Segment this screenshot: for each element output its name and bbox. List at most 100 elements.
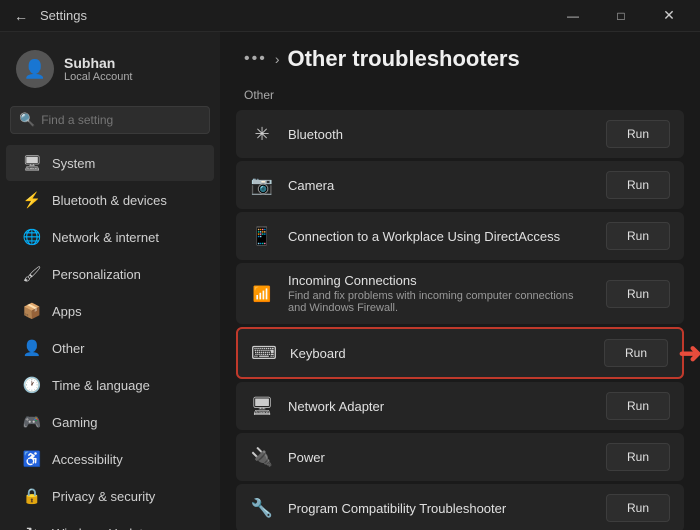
bluetooth-run-button[interactable]: Run [606, 120, 670, 148]
app-title: Settings [40, 8, 87, 23]
sidebar-item-privacy[interactable]: 🔒 Privacy & security [6, 478, 214, 514]
troubleshooter-item-power: 🔌 Power Run [236, 433, 684, 481]
item-name: Camera [288, 178, 592, 193]
troubleshooter-item-program-compat: 🔧 Program Compatibility Troubleshooter R… [236, 484, 684, 530]
sidebar-item-label: Bluetooth & devices [52, 193, 167, 208]
sidebar-item-personalization[interactable]: 🖌 Personalization [6, 256, 214, 292]
sidebar-item-label: Network & internet [52, 230, 159, 245]
breadcrumb-arrow: › [275, 51, 280, 67]
connection-item-icon: 📱 [250, 224, 274, 248]
user-info: Subhan Local Account [64, 55, 133, 83]
sidebar-item-apps[interactable]: 📦 Apps [6, 293, 214, 329]
sidebar-item-label: Personalization [52, 267, 141, 282]
accounts-icon: 👤 [22, 338, 42, 358]
app-container: 👤 Subhan Local Account 🔍 🖥 System ⚡ Blue… [0, 32, 700, 530]
sidebar-item-label: Time & language [52, 378, 150, 393]
item-name: Power [288, 450, 592, 465]
sidebar-item-time[interactable]: 🕐 Time & language [6, 367, 214, 403]
item-name: Incoming Connections [288, 273, 592, 288]
sidebar-item-label: Accessibility [52, 452, 123, 467]
item-text: Program Compatibility Troubleshooter [288, 501, 592, 516]
camera-run-button[interactable]: Run [606, 171, 670, 199]
sidebar-item-label: Gaming [52, 415, 98, 430]
accessibility-icon: ♿ [22, 449, 42, 469]
program-compat-run-button[interactable]: Run [606, 494, 670, 522]
search-box[interactable]: 🔍 [10, 106, 210, 134]
item-text: Network Adapter [288, 399, 592, 414]
search-icon: 🔍 [19, 112, 35, 128]
sidebar-item-label: Privacy & security [52, 489, 155, 504]
network-adapter-run-button[interactable]: Run [606, 392, 670, 420]
item-desc: Find and fix problems with incoming comp… [288, 290, 592, 314]
power-run-button[interactable]: Run [606, 443, 670, 471]
item-name: Connection to a Workplace Using DirectAc… [288, 229, 592, 244]
page-title: Other troubleshooters [287, 46, 519, 72]
update-icon: ↻ [22, 523, 42, 530]
item-text: Incoming Connections Find and fix proble… [288, 273, 592, 314]
sidebar-item-accounts[interactable]: 👤 Other [6, 330, 214, 366]
keyboard-item-icon: ⌨ [252, 341, 276, 365]
item-name: Program Compatibility Troubleshooter [288, 501, 592, 516]
bluetooth-item-icon: ✳ [250, 122, 274, 146]
troubleshooter-item-bluetooth: ✳ Bluetooth Run [236, 110, 684, 158]
gaming-icon: 🎮 [22, 412, 42, 432]
troubleshooter-list: ✳ Bluetooth Run 📷 Camera Run 📱 Connectio… [220, 110, 700, 530]
maximize-button[interactable]: □ [598, 0, 644, 32]
section-label: Other [220, 82, 700, 110]
power-item-icon: 🔌 [250, 445, 274, 469]
system-icon: 🖥 [22, 153, 42, 173]
close-button[interactable]: ✕ [646, 0, 692, 32]
item-name: Network Adapter [288, 399, 592, 414]
avatar: 👤 [16, 50, 54, 88]
item-text: Bluetooth [288, 127, 592, 142]
network-icon: 🌐 [22, 227, 42, 247]
main-content: ••• › Other troubleshooters Other ✳ Blue… [220, 32, 700, 530]
privacy-icon: 🔒 [22, 486, 42, 506]
troubleshooter-item-keyboard: ⌨ Keyboard Run [236, 327, 684, 379]
user-account-type: Local Account [64, 71, 133, 83]
incoming-run-button[interactable]: Run [606, 280, 670, 308]
time-icon: 🕐 [22, 375, 42, 395]
bluetooth-icon: ⚡ [22, 190, 42, 210]
troubleshooter-item-network-adapter: 🖥 Network Adapter Run [236, 382, 684, 430]
sidebar-item-system[interactable]: 🖥 System [6, 145, 214, 181]
item-text: Camera [288, 178, 592, 193]
sidebar-item-gaming[interactable]: 🎮 Gaming [6, 404, 214, 440]
sidebar-item-bluetooth[interactable]: ⚡ Bluetooth & devices [6, 182, 214, 218]
keyboard-row-container: ⌨ Keyboard Run ➜ [236, 327, 684, 379]
titlebar-controls: — □ ✕ [550, 0, 692, 32]
sidebar-item-label: Apps [52, 304, 82, 319]
sidebar-item-label: System [52, 156, 95, 171]
troubleshooter-item-incoming: 📶 Incoming Connections Find and fix prob… [236, 263, 684, 324]
incoming-item-icon: 📶 [250, 282, 274, 306]
connection-run-button[interactable]: Run [606, 222, 670, 250]
item-name: Keyboard [290, 346, 590, 361]
titlebar-left: ← Settings [8, 4, 87, 28]
sidebar: 👤 Subhan Local Account 🔍 🖥 System ⚡ Blue… [0, 32, 220, 530]
troubleshooter-item-connection: 📱 Connection to a Workplace Using Direct… [236, 212, 684, 260]
troubleshooter-item-camera: 📷 Camera Run [236, 161, 684, 209]
content-header: ••• › Other troubleshooters [220, 32, 700, 82]
program-compat-item-icon: 🔧 [250, 496, 274, 520]
network-adapter-item-icon: 🖥 [250, 394, 274, 418]
item-text: Connection to a Workplace Using DirectAc… [288, 229, 592, 244]
back-button[interactable]: ← [8, 4, 34, 28]
sidebar-item-network[interactable]: 🌐 Network & internet [6, 219, 214, 255]
item-text: Power [288, 450, 592, 465]
sidebar-item-update[interactable]: ↻ Windows Update [6, 515, 214, 530]
search-input[interactable] [41, 113, 201, 127]
keyboard-run-button[interactable]: Run [604, 339, 668, 367]
nav-list: 🖥 System ⚡ Bluetooth & devices 🌐 Network… [0, 144, 220, 530]
camera-item-icon: 📷 [250, 173, 274, 197]
breadcrumb-dots: ••• [244, 50, 267, 68]
titlebar: ← Settings — □ ✕ [0, 0, 700, 32]
apps-icon: 📦 [22, 301, 42, 321]
red-arrow-annotation: ➜ [679, 337, 700, 370]
sidebar-item-label: Windows Update [52, 526, 150, 530]
sidebar-item-accessibility[interactable]: ♿ Accessibility [6, 441, 214, 477]
minimize-button[interactable]: — [550, 0, 596, 32]
personalization-icon: 🖌 [22, 264, 42, 284]
user-profile: 👤 Subhan Local Account [0, 42, 220, 102]
user-name: Subhan [64, 55, 133, 71]
item-text: Keyboard [290, 346, 590, 361]
